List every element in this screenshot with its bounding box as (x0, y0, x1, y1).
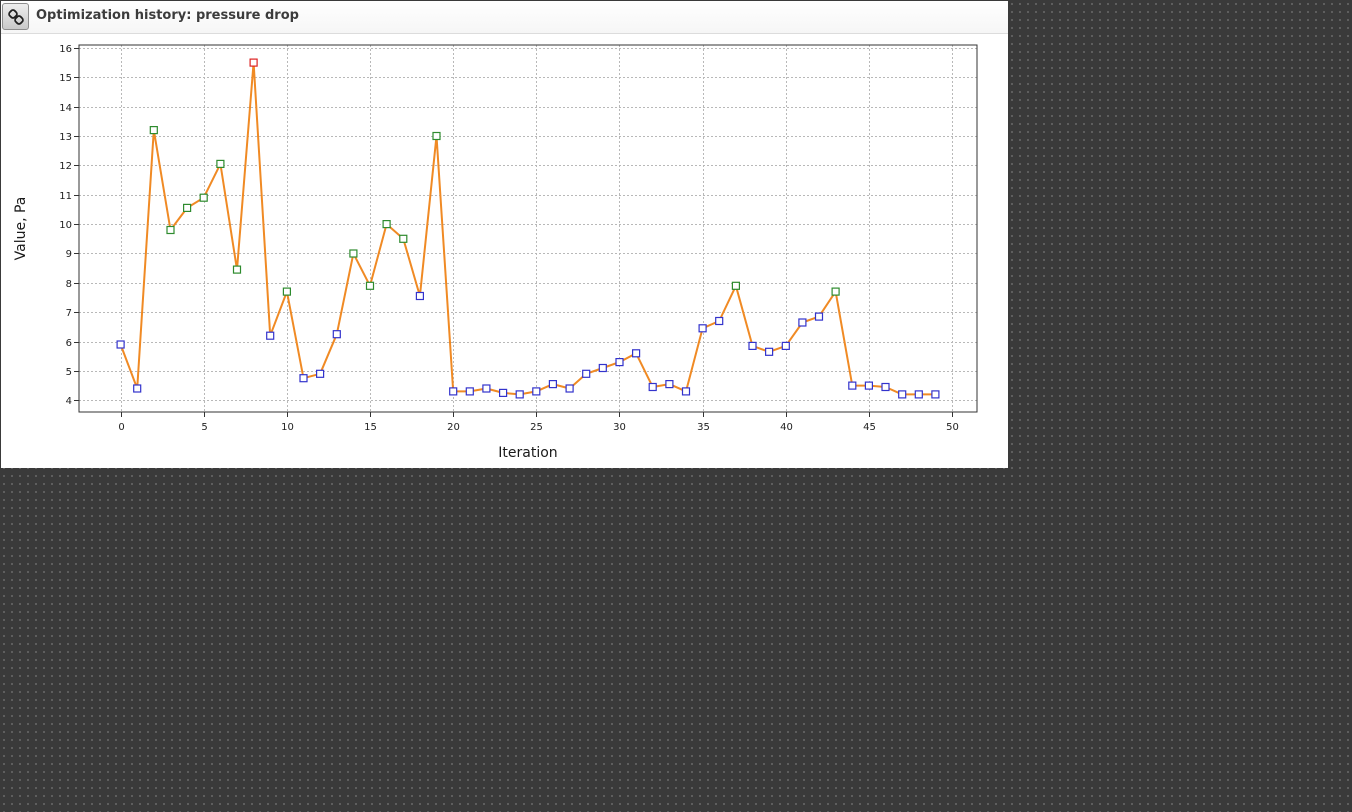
x-tick-label: 25 (530, 422, 543, 433)
data-point[interactable] (482, 384, 491, 393)
y-tick-label: 10 (59, 220, 72, 231)
data-point[interactable] (864, 381, 874, 390)
x-tick-label: 10 (281, 422, 294, 433)
y-tick-label: 13 (59, 132, 72, 143)
x-tick-label: 0 (118, 422, 124, 433)
data-point[interactable] (266, 331, 275, 340)
series-line (119, 61, 936, 396)
y-axis-title: Value, Pa (13, 197, 29, 261)
data-point[interactable] (615, 358, 624, 367)
data-point[interactable] (515, 390, 524, 399)
data-point[interactable] (931, 390, 940, 399)
data-point[interactable] (133, 384, 142, 393)
x-tick-label: 40 (780, 422, 793, 433)
data-point[interactable] (249, 58, 258, 67)
data-point[interactable] (183, 203, 192, 212)
y-tick-label: 11 (59, 191, 72, 202)
y-tick-label: 9 (66, 249, 72, 260)
data-point[interactable] (216, 159, 225, 168)
data-point[interactable] (764, 347, 774, 356)
data-point[interactable] (748, 341, 757, 350)
x-tick-label: 5 (201, 422, 207, 433)
data-point[interactable] (465, 387, 474, 396)
data-point[interactable] (631, 349, 641, 358)
x-tick-label: 30 (613, 422, 626, 433)
data-point[interactable] (881, 382, 890, 392)
data-point[interactable] (548, 380, 558, 389)
y-tick-label: 7 (66, 308, 72, 319)
data-point[interactable] (565, 384, 574, 393)
y-tick-label: 14 (59, 103, 72, 114)
data-point[interactable] (798, 318, 807, 327)
data-point[interactable] (116, 340, 125, 349)
y-tick-label: 4 (66, 396, 72, 407)
data-point[interactable] (814, 312, 824, 321)
data-point[interactable] (648, 382, 657, 392)
plot-area (78, 44, 978, 413)
data-point[interactable] (282, 287, 291, 296)
x-tick-label: 20 (447, 422, 460, 433)
data-point[interactable] (399, 234, 408, 243)
x-axis-title: Iteration (498, 445, 557, 461)
x-tick-label: 15 (364, 422, 377, 433)
data-point[interactable] (681, 387, 691, 396)
data-point[interactable] (499, 388, 508, 397)
y-tick-label: 12 (59, 161, 72, 172)
data-point[interactable] (166, 225, 175, 235)
data-point[interactable] (415, 291, 424, 301)
data-point[interactable] (781, 341, 790, 350)
x-tick-label: 35 (697, 422, 710, 433)
chart-canvas: 456789101112131415160 5 10 15 20 25 30 35 40 45 50… (13, 44, 978, 461)
chart-panel: Optimization history: pressure drop 4567… (1, 1, 1008, 468)
data-point[interactable] (848, 381, 857, 390)
data-point[interactable] (299, 374, 308, 383)
y-tick-label: 15 (59, 73, 72, 84)
data-point[interactable] (332, 330, 341, 339)
data-point[interactable] (898, 390, 907, 399)
series (116, 58, 940, 399)
data-point[interactable] (382, 220, 391, 229)
x-tick-label: 45 (863, 422, 876, 433)
axes: 456789101112131415160 5 10 15 20 25 30 35 40 45 50 (59, 44, 959, 433)
data-point[interactable] (532, 387, 541, 396)
data-point[interactable] (432, 131, 441, 141)
data-point[interactable] (199, 193, 208, 202)
data-point[interactable] (349, 249, 358, 258)
data-point[interactable] (449, 387, 458, 396)
y-tick-label: 5 (66, 367, 72, 378)
data-point[interactable] (232, 265, 242, 274)
data-point[interactable] (365, 281, 375, 290)
data-point[interactable] (665, 380, 674, 389)
data-point[interactable] (582, 369, 591, 378)
y-tick-label: 8 (66, 279, 72, 290)
data-point[interactable] (914, 390, 923, 399)
data-point[interactable] (149, 125, 158, 135)
data-point[interactable] (831, 287, 840, 296)
data-point[interactable] (598, 363, 607, 373)
y-tick-label: 6 (66, 338, 72, 349)
grid (79, 45, 977, 412)
x-tick-label: 50 (946, 422, 959, 433)
data-point[interactable] (316, 369, 325, 378)
data-point[interactable] (715, 316, 724, 326)
data-point[interactable] (698, 324, 707, 333)
y-tick-label: 16 (59, 44, 72, 55)
data-point[interactable] (731, 281, 741, 290)
